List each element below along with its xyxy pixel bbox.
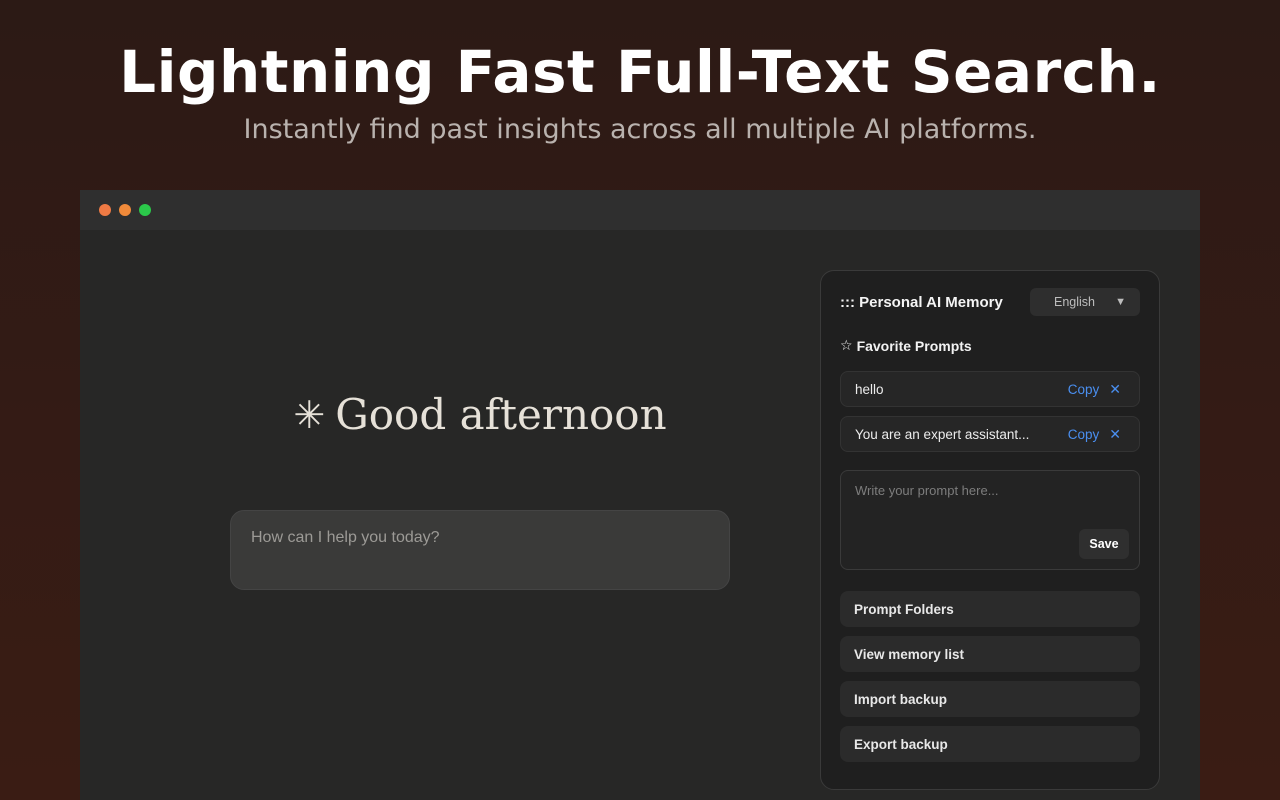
app-window: ✳ Good afternoon How can I help you toda… bbox=[80, 190, 1200, 800]
export-backup-button[interactable]: Export backup bbox=[840, 726, 1140, 762]
panel-title: ::: Personal AI Memory bbox=[840, 293, 1003, 311]
panel-header: ::: Personal AI Memory English ▼ bbox=[840, 288, 1140, 316]
prompt-textarea[interactable]: Write your prompt here... Save bbox=[840, 470, 1140, 570]
chat-input-placeholder: How can I help you today? bbox=[251, 529, 440, 546]
language-select[interactable]: English ▼ bbox=[1030, 288, 1140, 316]
favorite-prompts-label: Favorite Prompts bbox=[856, 337, 972, 354]
window-titlebar bbox=[80, 190, 1200, 230]
sparkle-icon: ✳ bbox=[293, 392, 326, 437]
hero-title: Lightning Fast Full-Text Search. bbox=[119, 38, 1161, 106]
star-icon: ☆ bbox=[840, 337, 853, 353]
copy-button[interactable]: Copy bbox=[1068, 382, 1100, 397]
favorite-prompts-heading: ☆ Favorite Prompts bbox=[840, 337, 972, 354]
greeting-heading: ✳ Good afternoon bbox=[240, 390, 720, 439]
language-select-value: English bbox=[1054, 295, 1095, 309]
copy-button[interactable]: Copy bbox=[1068, 427, 1100, 442]
chat-input[interactable]: How can I help you today? bbox=[230, 510, 730, 590]
maximize-window-button[interactable] bbox=[139, 204, 151, 216]
favorite-prompt-text: You are an expert assistant... bbox=[855, 426, 1030, 442]
favorite-prompt-actions: Copy ✕ bbox=[1068, 382, 1121, 397]
close-icon[interactable]: ✕ bbox=[1109, 382, 1121, 396]
prompt-textarea-placeholder: Write your prompt here... bbox=[855, 483, 999, 498]
chevron-down-icon: ▼ bbox=[1115, 296, 1126, 308]
close-window-button[interactable] bbox=[99, 204, 111, 216]
hero-subtitle: Instantly find past insights across all … bbox=[243, 114, 1037, 145]
import-backup-button[interactable]: Import backup bbox=[840, 681, 1140, 717]
save-button[interactable]: Save bbox=[1079, 529, 1129, 559]
favorite-prompt-text: hello bbox=[855, 381, 884, 397]
favorite-prompt-item[interactable]: You are an expert assistant... Copy ✕ bbox=[840, 416, 1140, 452]
favorite-prompt-item[interactable]: hello Copy ✕ bbox=[840, 371, 1140, 407]
view-memory-list-button[interactable]: View memory list bbox=[840, 636, 1140, 672]
close-icon[interactable]: ✕ bbox=[1109, 427, 1121, 441]
memory-panel: ::: Personal AI Memory English ▼ ☆ Favor… bbox=[820, 270, 1160, 790]
greeting-text: Good afternoon bbox=[335, 390, 667, 439]
prompt-folders-button[interactable]: Prompt Folders bbox=[840, 591, 1140, 627]
favorite-prompt-actions: Copy ✕ bbox=[1068, 427, 1121, 442]
minimize-window-button[interactable] bbox=[119, 204, 131, 216]
